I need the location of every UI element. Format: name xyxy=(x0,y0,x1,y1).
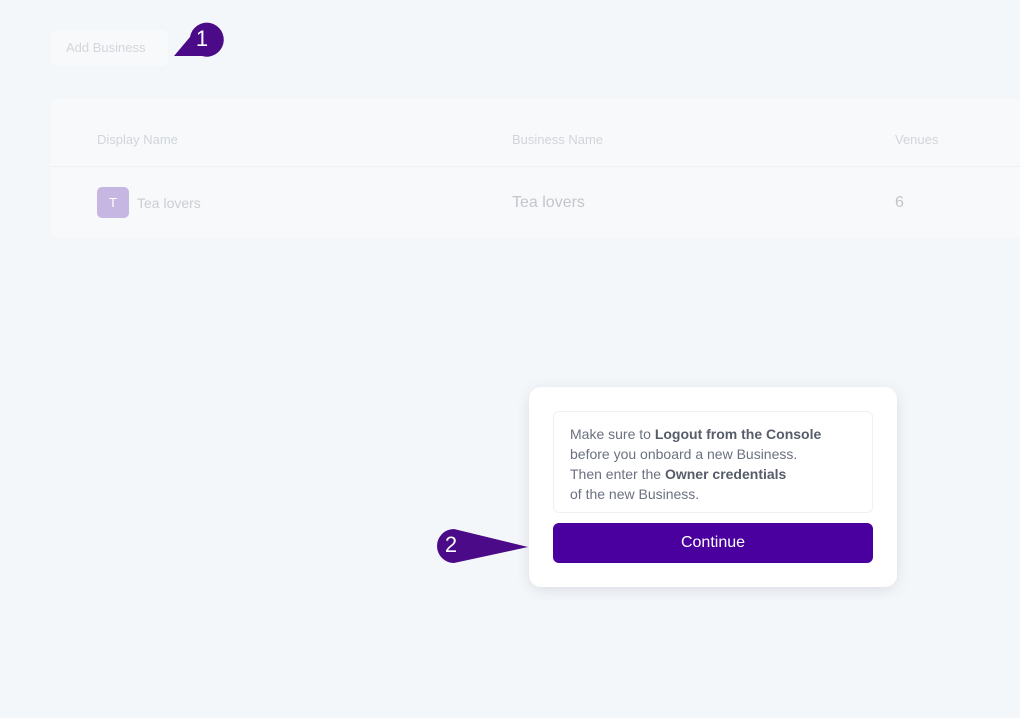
cell-venues: 6 xyxy=(895,194,904,211)
avatar: T xyxy=(97,187,129,218)
step-number-2: 2 xyxy=(444,532,458,557)
message-line4: of the new Business. xyxy=(570,486,700,502)
message-owner-credentials-emphasis: Owner credentials xyxy=(664,466,787,482)
message-logout-emphasis: Logout from the Console xyxy=(654,426,822,442)
onboarding-popup: Make sure to Logout from the Console bef… xyxy=(529,387,897,587)
column-header-venues[interactable]: Venues xyxy=(895,132,938,147)
table-header: Display Name Business Name Venues xyxy=(50,99,1020,167)
business-table: Display Name Business Name Venues T Tea … xyxy=(50,99,1020,238)
column-header-display-name[interactable]: Display Name xyxy=(97,132,178,147)
cell-display-name: Tea lovers xyxy=(137,195,201,211)
message-line1-prefix: Make sure to xyxy=(570,426,655,442)
add-business-button[interactable]: Add Business xyxy=(50,30,168,66)
step-number-1: 1 xyxy=(195,26,209,51)
message-line2: before you onboard a new Business. xyxy=(570,446,798,462)
message-line3-prefix: Then enter the xyxy=(570,466,665,482)
continue-button[interactable]: Continue xyxy=(553,523,873,563)
column-header-business-name[interactable]: Business Name xyxy=(512,132,603,147)
cell-business-name: Tea lovers xyxy=(512,194,585,211)
table-row[interactable]: T Tea lovers Tea lovers 6 xyxy=(50,167,1020,238)
popup-message: Make sure to Logout from the Console bef… xyxy=(553,411,873,513)
